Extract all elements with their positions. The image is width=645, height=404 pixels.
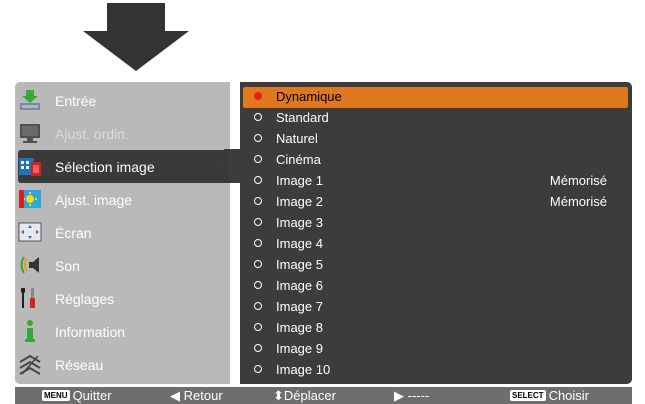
option-cinema[interactable]: Cinéma <box>240 150 632 171</box>
option-label: Standard <box>276 110 329 125</box>
back-hint: ◀ Retour <box>170 388 223 404</box>
option-label: Image 8 <box>276 320 323 335</box>
option-image-9[interactable]: Image 9 <box>240 339 632 360</box>
radio-selected-icon <box>254 92 262 100</box>
option-image-10[interactable]: Image 10 <box>240 360 632 381</box>
option-dynamique[interactable]: Dynamique <box>243 87 628 108</box>
option-label: Naturel <box>276 131 318 146</box>
radio-icon <box>254 323 262 331</box>
option-standard[interactable]: Standard <box>240 108 632 129</box>
image-select-icon <box>19 158 41 176</box>
option-label: Image 2 <box>276 194 323 209</box>
menu-item-reglages[interactable]: Réglages <box>15 282 230 315</box>
select-key-badge: SELECT <box>510 390 546 401</box>
radio-icon <box>254 344 262 352</box>
left-arrow-icon: ◀ <box>170 388 180 403</box>
menu-item-ecran[interactable]: Écran <box>15 216 230 249</box>
menu-key-badge: MENU <box>42 390 70 401</box>
next-label: ----- <box>407 388 430 403</box>
option-image-5[interactable]: Image 5 <box>240 255 632 276</box>
option-label: Image 5 <box>276 257 323 272</box>
settings-tools-icon <box>21 288 35 308</box>
choose-label: Choisir <box>548 388 590 403</box>
back-label: Retour <box>183 388 223 403</box>
menu-item-label: Écran <box>55 225 92 241</box>
info-icon <box>25 320 35 342</box>
menu-item-information[interactable]: Information <box>15 315 230 348</box>
menu-item-label: Information <box>55 324 126 340</box>
down-arrow-icon <box>83 3 189 71</box>
network-icon <box>19 354 41 375</box>
computer-monitor-icon <box>20 124 40 143</box>
radio-icon <box>254 218 262 226</box>
radio-icon <box>254 155 262 163</box>
move-hint: ⬍Déplacer <box>273 388 336 404</box>
radio-icon <box>254 302 262 310</box>
option-image-4[interactable]: Image 4 <box>240 234 632 255</box>
menu-item-label: Sélection image <box>55 159 155 175</box>
menu-item-selection-image[interactable]: Sélection image <box>18 150 241 183</box>
input-arrow-icon <box>20 90 40 110</box>
option-label: Dynamique <box>276 89 342 104</box>
status-bar: MENU Quitter ◀ Retour ⬍Déplacer ▶ ----- S… <box>15 387 632 404</box>
radio-icon <box>254 260 262 268</box>
radio-icon <box>254 365 262 373</box>
radio-icon <box>254 176 262 184</box>
quit-hint: MENU Quitter <box>42 388 112 403</box>
memorized-status: Mémorisé <box>549 194 607 209</box>
option-label: Image 3 <box>276 215 323 230</box>
main-menu: Entrée Ajust. ordin. Sélection image Aju… <box>15 82 241 384</box>
option-label: Image 10 <box>276 362 331 377</box>
option-label: Image 7 <box>276 299 323 314</box>
submenu-connector <box>224 149 240 183</box>
menu-item-son[interactable]: Son <box>15 249 230 282</box>
screen-icon <box>18 222 42 242</box>
option-label: Image 6 <box>276 278 323 293</box>
option-label: Image 9 <box>276 341 323 356</box>
menu-item-ajust-ordin[interactable]: Ajust. ordin. <box>15 117 230 150</box>
menu-item-label: Ajust. ordin. <box>55 126 129 142</box>
option-image-3[interactable]: Image 3 <box>240 213 632 234</box>
choose-hint: SELECT Choisir <box>510 388 589 403</box>
option-label: Image 1 <box>276 173 323 188</box>
quit-label: Quitter <box>72 388 112 403</box>
menu-item-label: Réglages <box>55 291 115 307</box>
move-label: Déplacer <box>283 388 336 403</box>
up-down-arrow-icon: ⬍ <box>273 388 284 403</box>
image-mode-panel: Dynamique Standard Naturel Cinéma Image … <box>240 82 632 384</box>
next-hint: ▶ ----- <box>394 388 429 404</box>
option-naturel[interactable]: Naturel <box>240 129 632 150</box>
menu-item-label: Son <box>55 258 80 274</box>
radio-icon <box>254 134 262 142</box>
radio-icon <box>254 281 262 289</box>
menu-item-label: Entrée <box>55 93 97 109</box>
option-label: Image 4 <box>276 236 323 251</box>
option-image-8[interactable]: Image 8 <box>240 318 632 339</box>
option-image-2[interactable]: Image 2 Mémorisé <box>240 192 632 213</box>
radio-icon <box>254 197 262 205</box>
radio-icon <box>254 113 262 121</box>
speaker-icon <box>20 256 39 274</box>
radio-icon <box>254 239 262 247</box>
option-image-1[interactable]: Image 1 Mémorisé <box>240 171 632 192</box>
option-label: Cinéma <box>276 152 321 167</box>
option-image-7[interactable]: Image 7 <box>240 297 632 318</box>
menu-item-label: Ajust. image <box>55 192 133 208</box>
right-arrow-icon: ▶ <box>394 388 404 403</box>
menu-item-ajust-image[interactable]: Ajust. image <box>15 183 230 216</box>
image-adjust-icon <box>19 190 41 208</box>
menu-item-label: Réseau <box>55 357 104 373</box>
option-image-6[interactable]: Image 6 <box>240 276 632 297</box>
memorized-status: Mémorisé <box>549 173 607 188</box>
menu-item-reseau[interactable]: Réseau <box>15 348 230 381</box>
menu-item-entree[interactable]: Entrée <box>15 84 230 117</box>
